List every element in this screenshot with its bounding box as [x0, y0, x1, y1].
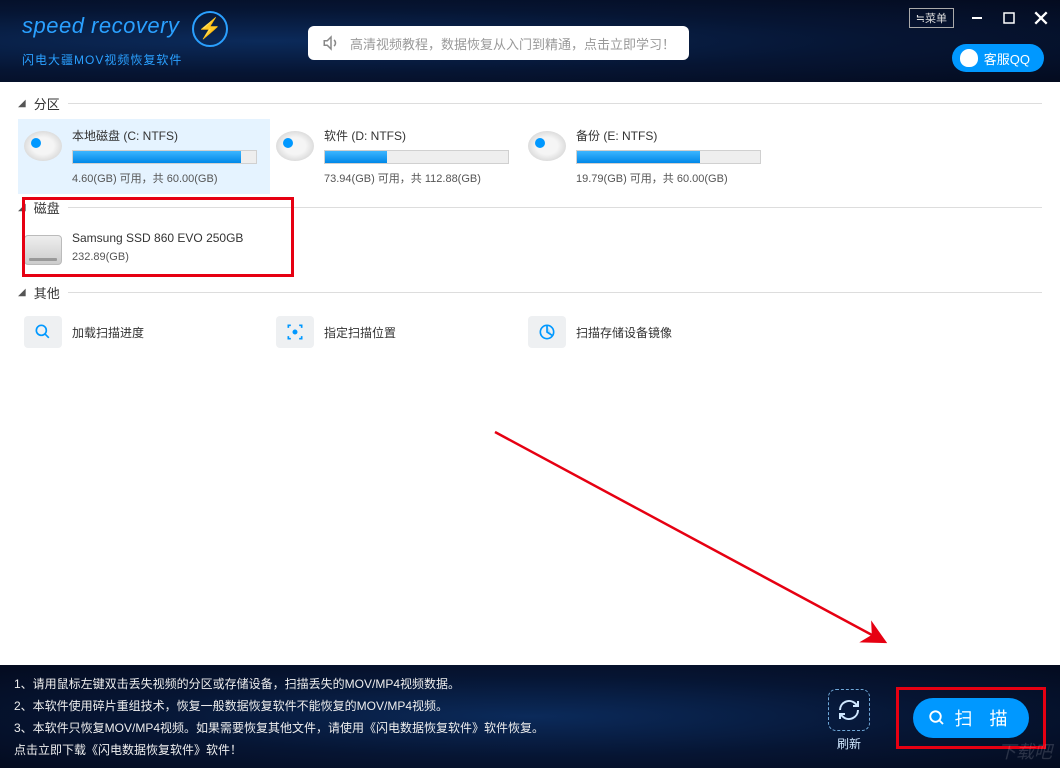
section-title: 其他 [34, 283, 60, 302]
tutorial-banner[interactable]: 高清视频教程，数据恢复从入门到精通，点击立即学习！ [308, 26, 689, 60]
disk-card[interactable]: Samsung SSD 860 EVO 250GB 232.89(GB) [18, 223, 270, 273]
drive-title: 备份 (E: NTFS) [576, 127, 766, 144]
qq-icon [960, 49, 978, 67]
target-icon [276, 316, 314, 348]
other-label: 指定扫描位置 [324, 324, 396, 341]
refresh-icon [828, 689, 870, 731]
disk-icon [24, 235, 62, 265]
window-controls: ≒菜单 [909, 8, 1050, 28]
menu-button[interactable]: ≒菜单 [909, 8, 954, 28]
logo-subtitle: 闪电大疆MOV视频恢复软件 [22, 51, 228, 68]
section-disks-header[interactable]: ◢ 磁盘 [18, 198, 1042, 217]
section-title: 分区 [34, 94, 60, 113]
scan-button[interactable]: 扫 描 [913, 698, 1029, 738]
drive-icon [276, 131, 314, 161]
tip-line: 点击立即下载《闪电数据恢复软件》软件！ [14, 739, 544, 761]
usage-bar [324, 150, 509, 164]
app-header: speed recovery ⚡ 闪电大疆MOV视频恢复软件 高清视频教程，数据… [0, 0, 1060, 82]
pie-icon [528, 316, 566, 348]
drive-stats: 4.60(GB) 可用，共 60.00(GB) [72, 170, 262, 186]
tip-line: 1、请用鼠标左键双击丢失视频的分区或存储设备，扫描丢失的MOV/MP4视频数据。 [14, 673, 544, 695]
close-button[interactable] [1032, 9, 1050, 27]
disk-title: Samsung SSD 860 EVO 250GB [72, 231, 262, 245]
tip-line: 3、本软件只恢复MOV/MP4视频。如果需要恢复其他文件，请使用《闪电数据恢复软… [14, 717, 544, 739]
logo-text: speed recovery [22, 13, 179, 38]
collapse-icon: ◢ [18, 287, 26, 298]
drive-title: 本地磁盘 (C: NTFS) [72, 127, 262, 144]
minimize-button[interactable] [968, 9, 986, 27]
other-action[interactable]: 扫描存储设备镜像 [522, 308, 774, 356]
section-others-header[interactable]: ◢ 其他 [18, 283, 1042, 302]
others-row: 加载扫描进度 指定扫描位置 扫描存储设备镜像 [18, 308, 1042, 356]
partition-card[interactable]: 备份 (E: NTFS) 19.79(GB) 可用，共 60.00(GB) [522, 119, 774, 194]
usage-bar [72, 150, 257, 164]
main-content: ◢ 分区 本地磁盘 (C: NTFS) 4.60(GB) 可用，共 60.00(… [0, 82, 1060, 665]
drive-stats: 19.79(GB) 可用，共 60.00(GB) [576, 170, 766, 186]
bolt-icon: ⚡ [192, 11, 228, 47]
tutorial-text: 高清视频教程，数据恢复从入门到精通，点击立即学习！ [350, 34, 675, 53]
maximize-button[interactable] [1000, 9, 1018, 27]
logo: speed recovery ⚡ 闪电大疆MOV视频恢复软件 [22, 11, 228, 68]
other-action[interactable]: 加载扫描进度 [18, 308, 270, 356]
search-icon [928, 709, 946, 727]
section-partitions-header[interactable]: ◢ 分区 [18, 94, 1042, 113]
scan-label: 扫 描 [954, 705, 1013, 731]
collapse-icon: ◢ [18, 202, 26, 213]
drive-stats: 73.94(GB) 可用，共 112.88(GB) [324, 170, 514, 186]
partitions-row: 本地磁盘 (C: NTFS) 4.60(GB) 可用，共 60.00(GB) 软… [18, 119, 1042, 194]
qq-label: 客服QQ [984, 49, 1030, 68]
disk-size: 232.89(GB) [72, 251, 262, 263]
tip-line: 2、本软件使用碎片重组技术，恢复一般数据恢复软件不能恢复的MOV/MP4视频。 [14, 695, 544, 717]
other-label: 加载扫描进度 [72, 324, 144, 341]
magnify-icon [24, 316, 62, 348]
speaker-icon [322, 34, 340, 52]
partition-card[interactable]: 本地磁盘 (C: NTFS) 4.60(GB) 可用，共 60.00(GB) [18, 119, 270, 194]
refresh-button[interactable]: 刷新 [828, 689, 870, 752]
disks-row: Samsung SSD 860 EVO 250GB 232.89(GB) [18, 223, 1042, 273]
drive-title: 软件 (D: NTFS) [324, 127, 514, 144]
watermark: 下载吧 [998, 738, 1052, 764]
collapse-icon: ◢ [18, 98, 26, 109]
section-title: 磁盘 [34, 198, 60, 217]
other-label: 扫描存储设备镜像 [576, 324, 672, 341]
other-action[interactable]: 指定扫描位置 [270, 308, 522, 356]
usage-bar [576, 150, 761, 164]
customer-service-button[interactable]: 客服QQ [952, 44, 1044, 72]
refresh-label: 刷新 [828, 735, 870, 752]
app-footer: 1、请用鼠标左键双击丢失视频的分区或存储设备，扫描丢失的MOV/MP4视频数据。… [0, 665, 1060, 768]
drive-icon [528, 131, 566, 161]
tips-list: 1、请用鼠标左键双击丢失视频的分区或存储设备，扫描丢失的MOV/MP4视频数据。… [14, 673, 544, 761]
drive-icon [24, 131, 62, 161]
partition-card[interactable]: 软件 (D: NTFS) 73.94(GB) 可用，共 112.88(GB) [270, 119, 522, 194]
